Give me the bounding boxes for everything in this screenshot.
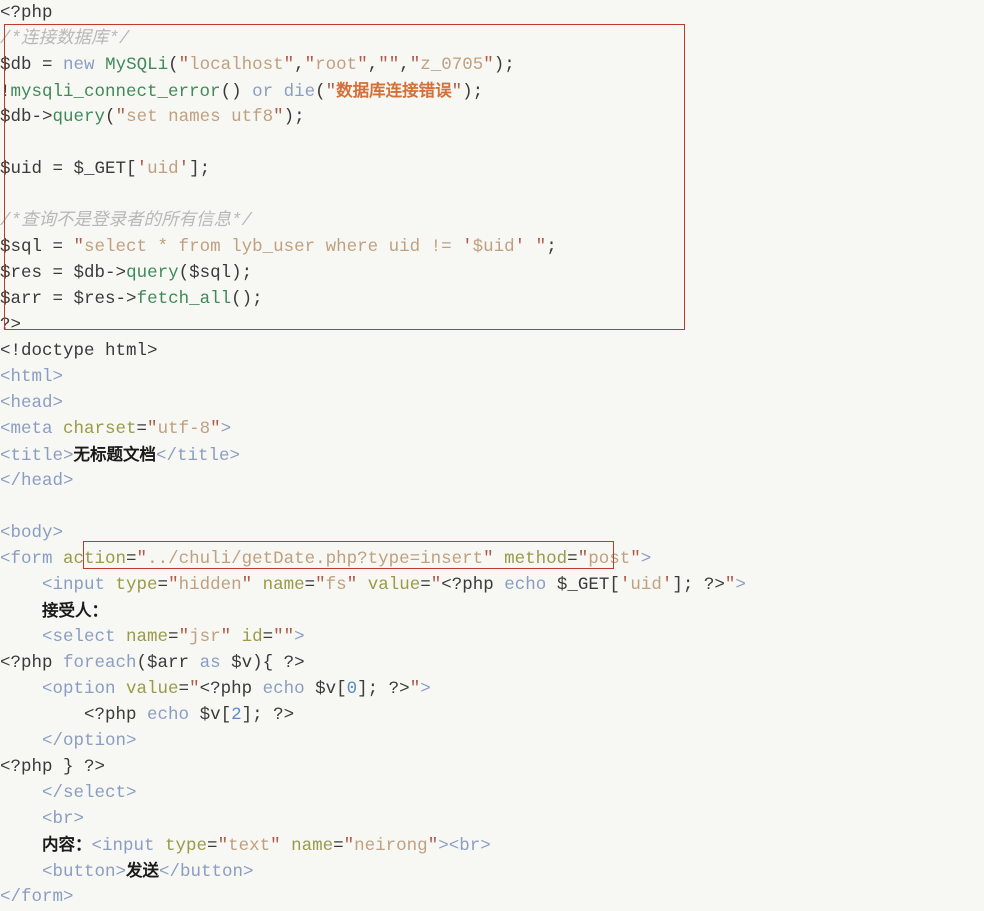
code-line: </head>: [0, 471, 74, 491]
code-line: /*查询不是登录者的所有信息*/: [0, 208, 984, 234]
code-line: $db = new MySQLi("localhost","root","","…: [0, 55, 515, 75]
code-line: <?php echo $v[2]; ?>: [0, 705, 295, 725]
code-line: </option>: [42, 731, 137, 751]
code-line: </form>: [0, 887, 74, 907]
code-line: !mysqli_connect_error() or die("数据库连接错误"…: [0, 81, 484, 102]
code-line: /*连接数据库*/: [0, 26, 984, 52]
code-line: ?>: [0, 312, 984, 338]
code-line: <meta charset="utf-8">: [0, 419, 232, 439]
comment-query-non-login-users: /*查询不是登录者的所有信息*/: [0, 211, 253, 231]
code-line: <select name="jsr" id="">: [42, 627, 305, 647]
code-line: <?php: [0, 0, 984, 26]
code-line: </select>: [42, 783, 137, 803]
php-open-tag: <?php: [0, 3, 53, 23]
code-line: <!doctype html>: [0, 341, 158, 361]
code-line: <?php foreach($arr as $v){ ?>: [0, 653, 305, 673]
code-line: $sql = "select * from lyb_user where uid…: [0, 237, 557, 257]
code-line: <?php } ?>: [0, 757, 106, 777]
code-line: $db->query("set names utf8");: [0, 107, 305, 127]
code-line: <input type="hidden" name="fs" value="<?…: [42, 575, 746, 595]
code-line: <title>无标题文档</title>: [0, 445, 241, 466]
code-line: $uid = $_GET['uid'];: [0, 159, 211, 179]
code-line: <br>: [42, 809, 85, 829]
code-line: <option value="<?php echo $v[0]; ?>">: [42, 679, 431, 699]
code-line: <html>: [0, 367, 64, 387]
code-line: $res = $db->query($sql);: [0, 263, 253, 283]
code-line: 接受人：: [42, 601, 109, 620]
code-line: <form action="../chuli/getDate.php?type=…: [0, 549, 652, 569]
code-line: 内容：<input type="text" name="neirong"><br…: [42, 835, 491, 856]
code-line: <head>: [0, 393, 64, 413]
code-line: $arr = $res->fetch_all();: [0, 289, 263, 309]
code-line: <button>发送</button>: [42, 861, 254, 882]
php-close-tag: ?>: [0, 315, 22, 335]
code-line: <body>: [0, 523, 64, 543]
code-listing: <?php /*连接数据库*/ $db = new MySQLi("localh…: [0, 0, 984, 910]
comment-connect-db: /*连接数据库*/: [0, 29, 130, 49]
